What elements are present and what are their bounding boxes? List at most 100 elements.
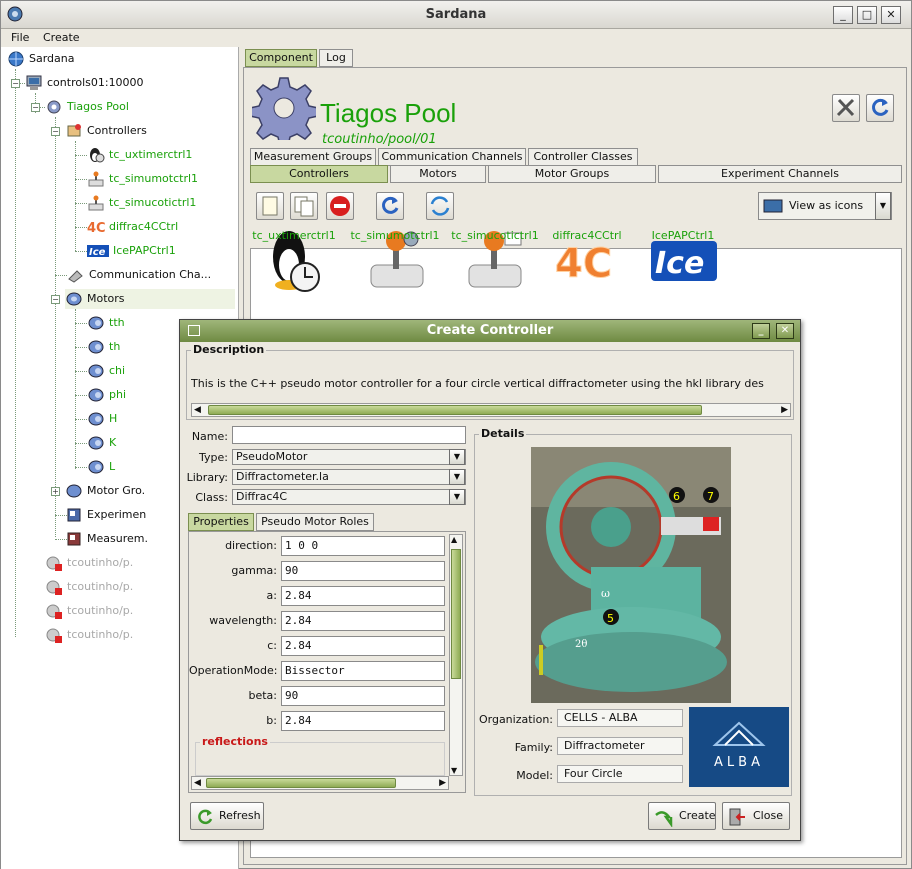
library-select[interactable]: Diffractometer.la ▼: [232, 469, 466, 485]
reload-button[interactable]: [376, 192, 404, 220]
tab-motors[interactable]: Motors: [390, 165, 486, 183]
property-field[interactable]: 2.84: [281, 611, 445, 631]
scroll-left-icon[interactable]: ◀: [194, 778, 201, 788]
chevron-down-icon[interactable]: ▼: [449, 469, 465, 485]
alba-logo-mark: [712, 721, 766, 746]
tree-motor-item[interactable]: th: [87, 337, 120, 357]
create-button[interactable]: Create: [648, 802, 716, 830]
new-button[interactable]: [256, 192, 284, 220]
property-field[interactable]: 2.84: [281, 711, 445, 731]
sync-button[interactable]: [426, 192, 454, 220]
tree-controller-item[interactable]: tc_uxtimerctrl1: [87, 145, 192, 165]
tab-motor-groups[interactable]: Motor Groups: [488, 165, 656, 183]
properties-panel: direction: 1 0 0 gamma: 90 a: 2.84 wavelength:…: [188, 531, 466, 793]
scroll-thumb[interactable]: [208, 405, 702, 415]
tab-pseudo-motor-roles[interactable]: Pseudo Motor Roles: [256, 513, 374, 531]
expand-toggle[interactable]: +: [51, 487, 60, 496]
tree-motor-item[interactable]: K: [87, 433, 116, 453]
tree-other-pool[interactable]: tcoutinho/p.: [45, 625, 133, 645]
description-label: Description: [191, 343, 267, 356]
tree-server[interactable]: controls01:10000: [25, 73, 144, 93]
property-field[interactable]: Bissector: [281, 661, 445, 681]
expand-toggle[interactable]: −: [11, 79, 20, 88]
tree-other-pool[interactable]: tcoutinho/p.: [45, 577, 133, 597]
tab-measurement-groups[interactable]: Measurement Groups: [250, 148, 376, 166]
scroll-up-icon[interactable]: ▲: [451, 535, 457, 544]
description-scrollbar[interactable]: ◀ ▶: [191, 403, 791, 417]
computer-icon: [26, 75, 42, 90]
tree-pool[interactable]: Tiagos Pool: [45, 97, 129, 117]
property-field[interactable]: 1 0 0: [281, 536, 445, 556]
dialog-close-button[interactable]: ✕: [776, 323, 794, 339]
properties-hscrollbar[interactable]: ◀ ▶: [191, 776, 449, 790]
dialog-menu-icon[interactable]: [188, 325, 200, 336]
tree-motor-item[interactable]: L: [87, 457, 115, 477]
tab-controller-classes[interactable]: Controller Classes: [528, 148, 638, 166]
property-field[interactable]: 90: [281, 686, 445, 706]
copy-button[interactable]: [290, 192, 318, 220]
scroll-thumb[interactable]: [451, 549, 461, 679]
delete-button[interactable]: [326, 192, 354, 220]
expand-toggle[interactable]: −: [31, 103, 40, 112]
4c-icon: 4C: [87, 221, 105, 235]
property-field[interactable]: 2.84: [281, 636, 445, 656]
scroll-left-icon[interactable]: ◀: [194, 405, 201, 415]
menu-file[interactable]: File: [11, 31, 29, 44]
scroll-down-icon[interactable]: ▼: [451, 766, 457, 775]
tab-communication-channels[interactable]: Communication Channels: [378, 148, 526, 166]
tree-motor-item[interactable]: H: [87, 409, 117, 429]
tab-properties[interactable]: Properties: [188, 513, 254, 531]
tree-root[interactable]: Sardana: [7, 49, 75, 69]
properties-vscrollbar[interactable]: ▲ ▼: [449, 534, 463, 776]
tree-motor-groups[interactable]: Motor Gro.: [65, 481, 145, 501]
tree-measurement[interactable]: Measurem.: [65, 529, 148, 549]
close-window-button[interactable]: ✕: [881, 6, 901, 24]
type-label: Type:: [199, 451, 228, 464]
family-label: Family:: [514, 741, 553, 754]
tree-communication[interactable]: Communication Cha...: [67, 265, 211, 285]
ice-icon[interactable]: Ice: [651, 239, 717, 283]
tree-motors[interactable]: Motors: [65, 289, 235, 309]
expand-toggle[interactable]: −: [51, 127, 60, 136]
name-field[interactable]: [232, 426, 466, 444]
chevron-down-icon[interactable]: ▼: [875, 192, 891, 220]
property-field[interactable]: 2.84: [281, 586, 445, 606]
description-text: This is the C++ pseudo motor controller …: [191, 377, 764, 390]
tab-component[interactable]: Component: [245, 49, 317, 67]
type-select[interactable]: PseudoMotor ▼: [232, 449, 466, 465]
chevron-down-icon[interactable]: ▼: [449, 489, 465, 505]
scroll-right-icon[interactable]: ▶: [781, 405, 788, 415]
tree-controllers[interactable]: Controllers: [65, 121, 147, 141]
tab-log[interactable]: Log: [319, 49, 353, 67]
refresh-pool-button[interactable]: [866, 94, 894, 122]
tree-other-pool[interactable]: tcoutinho/p.: [45, 601, 133, 621]
tree-experiment[interactable]: Experimen: [65, 505, 146, 525]
scroll-thumb[interactable]: [206, 778, 396, 788]
communication-icon: [68, 270, 83, 283]
tree-motor-item[interactable]: phi: [87, 385, 126, 405]
menu-create[interactable]: Create: [43, 31, 80, 44]
tree-controller-item[interactable]: tc_simucotictrl1: [87, 193, 196, 213]
dialog-minimize-button[interactable]: _: [752, 323, 770, 339]
chevron-down-icon[interactable]: ▼: [449, 449, 465, 465]
tree-motor-label: tth: [109, 316, 125, 329]
tree-motor-item[interactable]: chi: [87, 361, 125, 381]
class-select[interactable]: Diffrac4C ▼: [232, 489, 466, 505]
refresh-button[interactable]: Refresh: [190, 802, 264, 830]
expand-toggle[interactable]: −: [51, 295, 60, 304]
tools-button[interactable]: [832, 94, 860, 122]
tree-other-pool[interactable]: tcoutinho/p.: [45, 553, 133, 573]
tree-motor-item[interactable]: tth: [87, 313, 125, 333]
maximize-button[interactable]: □: [857, 6, 877, 24]
ice-icon: Ice: [87, 245, 109, 258]
tree-controller-item[interactable]: Ice IcePAPCtrl1: [87, 241, 176, 261]
tree-controller-item[interactable]: tc_simumotctrl1: [87, 169, 198, 189]
minimize-button[interactable]: _: [833, 6, 853, 24]
tab-experiment-channels[interactable]: Experiment Channels: [658, 165, 902, 183]
tree-controller-item[interactable]: 4C diffrac4CCtrl: [87, 217, 178, 237]
view-mode-select[interactable]: View as icons ▼: [758, 192, 892, 220]
scroll-right-icon[interactable]: ▶: [439, 778, 446, 788]
close-button[interactable]: Close: [722, 802, 790, 830]
property-field[interactable]: 90: [281, 561, 445, 581]
tab-controllers[interactable]: Controllers: [250, 165, 388, 183]
